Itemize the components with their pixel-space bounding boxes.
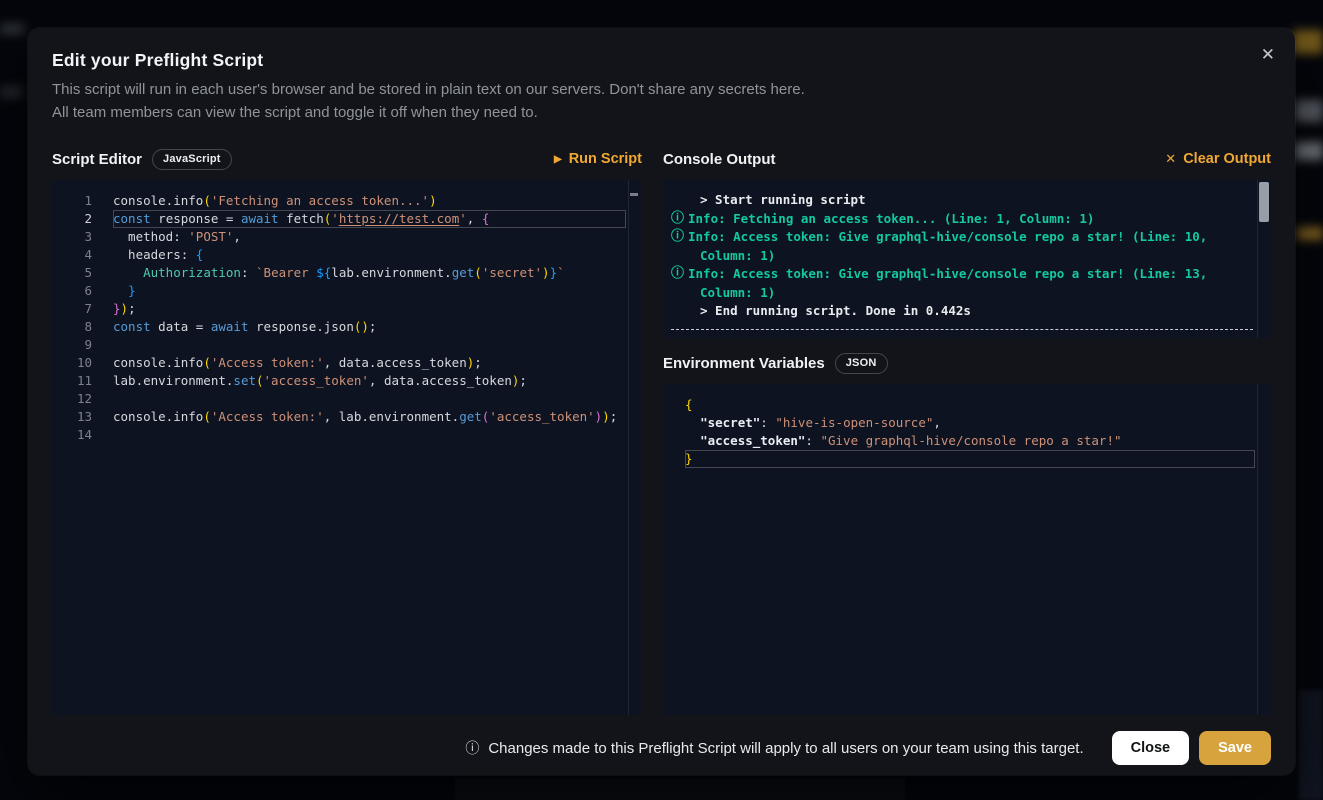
line-number: 2	[52, 210, 92, 228]
code-line: 4 headers: {	[52, 246, 642, 264]
run-script-button[interactable]: ▶ Run Script	[554, 151, 642, 167]
editor-scrollbar[interactable]	[628, 180, 642, 715]
code-line: "secret": "hive-is-open-source",	[663, 414, 1271, 432]
code-line: "access_token": "Give graphql-hive/conso…	[663, 432, 1271, 450]
close-button[interactable]: Close	[1112, 731, 1190, 765]
line-number: 8	[52, 318, 92, 336]
code-line: }	[663, 450, 1271, 468]
code-line: {	[663, 396, 1271, 414]
code-line: 12	[52, 390, 642, 408]
modal-description-line1: This script will run in each user's brow…	[52, 79, 1271, 102]
console-separator	[671, 329, 1253, 330]
console-scrollbar-thumb[interactable]	[1259, 182, 1269, 222]
line-number: 7	[52, 300, 92, 318]
overview-ruler-mark	[630, 193, 638, 196]
code-line: 6 }	[52, 282, 642, 300]
line-number: 1	[52, 192, 92, 210]
line-number: 10	[52, 354, 92, 372]
info-icon: ⓘ	[671, 210, 684, 229]
line-number: 6	[52, 282, 92, 300]
clear-output-button[interactable]: ✕ Clear Output	[1165, 151, 1271, 167]
background-blob-orange-top	[1293, 30, 1323, 54]
console-entry: > Start running script	[667, 191, 1253, 210]
background-blob-left-top	[0, 24, 24, 34]
code-line: 1console.info('Fetching an access token.…	[52, 192, 642, 210]
line-number: 3	[52, 228, 92, 246]
line-number: 5	[52, 264, 92, 282]
env-scrollbar	[1257, 384, 1271, 715]
console-entry: > End running script. Done in 0.442s	[667, 302, 1253, 321]
line-number: 4	[52, 246, 92, 264]
background-panel-bottom	[455, 778, 905, 800]
console-entry: ⓘInfo: Access token: Give graphql-hive/c…	[667, 228, 1253, 265]
line-number: 12	[52, 390, 92, 408]
modal-title: Edit your Preflight Script	[52, 50, 1271, 71]
environment-variables-editor[interactable]: { "secret": "hive-is-open-source", "acce…	[663, 384, 1271, 715]
info-icon: ⓘ	[671, 265, 684, 284]
console-entry: ⓘInfo: Fetching an access token... (Line…	[667, 210, 1253, 229]
clear-icon: ✕	[1165, 151, 1176, 167]
code-line: 7});	[52, 300, 642, 318]
code-line: 3 method: 'POST',	[52, 228, 642, 246]
line-number: 9	[52, 336, 92, 354]
console-entry: ⓘInfo: Access token: Give graphql-hive/c…	[667, 265, 1253, 302]
save-button[interactable]: Save	[1199, 731, 1271, 765]
console-output-label: Console Output	[663, 151, 776, 168]
code-line: 14	[52, 426, 642, 444]
code-line: 10console.info('Access token:', data.acc…	[52, 354, 642, 372]
line-number: 13	[52, 408, 92, 426]
info-icon: ⓘ	[671, 228, 684, 247]
footer-note: ⓘ Changes made to this Preflight Script …	[465, 738, 1083, 758]
script-code-editor[interactable]: 1console.info('Fetching an access token.…	[52, 180, 642, 715]
background-panel-right	[1299, 690, 1323, 800]
script-editor-label: Script Editor	[52, 151, 142, 168]
background-blob-lightgray	[1295, 142, 1323, 160]
code-line: 13console.info('Access token:', lab.envi…	[52, 408, 642, 426]
modal-description-line2: All team members can view the script and…	[52, 102, 1271, 125]
code-line: 2const response = await fetch('https://t…	[52, 210, 642, 228]
preflight-script-modal: ✕ Edit your Preflight Script This script…	[28, 28, 1295, 775]
line-number: 11	[52, 372, 92, 390]
code-line: 5 Authorization: `Bearer ${lab.environme…	[52, 264, 642, 282]
json-badge: JSON	[835, 353, 888, 374]
close-icon[interactable]: ✕	[1261, 46, 1275, 63]
play-icon: ▶	[554, 154, 562, 165]
line-number: 14	[52, 426, 92, 444]
background-blob-gray	[1295, 100, 1323, 122]
console-output-panel[interactable]: > Start running scriptⓘInfo: Fetching an…	[663, 180, 1271, 338]
environment-variables-label: Environment Variables	[663, 355, 825, 372]
code-line: 11lab.environment.set('access_token', da…	[52, 372, 642, 390]
info-icon: ⓘ	[465, 738, 479, 758]
code-line: 8const data = await response.json();	[52, 318, 642, 336]
background-blob-orange-text	[1297, 227, 1323, 240]
code-line: 9	[52, 336, 642, 354]
background-blob-left	[0, 86, 22, 98]
language-badge: JavaScript	[152, 149, 232, 170]
